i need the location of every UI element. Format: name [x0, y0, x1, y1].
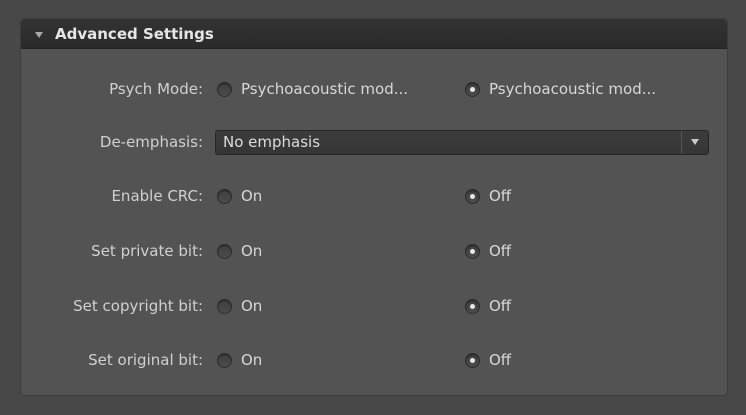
panel-header[interactable]: Advanced Settings	[21, 19, 727, 49]
copyright-bit-label: Set copyright bit:	[73, 297, 203, 315]
radio-button[interactable]	[217, 188, 232, 204]
psych-mode-option-2[interactable]: Psychoacoustic mod...	[465, 80, 656, 98]
original-bit-on[interactable]: On	[217, 351, 262, 369]
original-bit-row: Set original bit: On Off	[21, 348, 727, 372]
private-bit-off-label: Off	[489, 242, 512, 260]
original-bit-off-label: Off	[489, 351, 512, 369]
de-emphasis-row: De-emphasis: No emphasis	[21, 129, 727, 155]
copyright-bit-on-label: On	[241, 297, 263, 315]
enable-crc-label: Enable CRC:	[111, 187, 203, 205]
psych-mode-row: Psych Mode: Psychoacoustic mod... Psycho…	[21, 77, 727, 101]
copyright-bit-off[interactable]: Off	[465, 297, 511, 315]
de-emphasis-select[interactable]: No emphasis	[215, 129, 709, 155]
copyright-bit-off-label: Off	[489, 297, 512, 315]
radio-button-selected[interactable]	[465, 188, 480, 204]
dropdown-arrow-button[interactable]	[681, 130, 708, 154]
original-bit-label: Set original bit:	[88, 351, 203, 369]
enable-crc-off[interactable]: Off	[465, 187, 511, 205]
private-bit-off[interactable]: Off	[465, 242, 511, 260]
enable-crc-on[interactable]: On	[217, 187, 262, 205]
advanced-settings-panel: Advanced Settings Psych Mode: Psychoacou…	[20, 18, 728, 396]
chevron-down-icon	[691, 139, 699, 145]
private-bit-row: Set private bit: On Off	[21, 239, 727, 263]
radio-button[interactable]	[217, 298, 232, 314]
original-bit-off[interactable]: Off	[465, 351, 511, 369]
collapse-triangle-icon[interactable]	[35, 31, 43, 38]
radio-button-selected[interactable]	[465, 298, 480, 314]
enable-crc-on-label: On	[241, 187, 263, 205]
psych-mode-option-1[interactable]: Psychoacoustic mod...	[217, 80, 408, 98]
panel-title: Advanced Settings	[55, 24, 214, 43]
enable-crc-off-label: Off	[489, 187, 512, 205]
private-bit-on-label: On	[241, 242, 263, 260]
psych-mode-option-1-label: Psychoacoustic mod...	[241, 80, 409, 98]
original-bit-on-label: On	[241, 351, 263, 369]
radio-button-selected[interactable]	[465, 243, 480, 259]
de-emphasis-value: No emphasis	[223, 133, 321, 151]
de-emphasis-label: De-emphasis:	[99, 133, 203, 151]
psych-mode-option-2-label: Psychoacoustic mod...	[489, 80, 657, 98]
copyright-bit-row: Set copyright bit: On Off	[21, 294, 727, 318]
copyright-bit-on[interactable]: On	[217, 297, 262, 315]
radio-button[interactable]	[217, 243, 232, 259]
radio-button-selected[interactable]	[465, 352, 480, 368]
radio-button[interactable]	[217, 352, 232, 368]
radio-button[interactable]	[217, 81, 232, 97]
private-bit-on[interactable]: On	[217, 242, 262, 260]
radio-button-selected[interactable]	[465, 81, 480, 97]
enable-crc-row: Enable CRC: On Off	[21, 184, 727, 208]
psych-mode-label: Psych Mode:	[109, 80, 203, 98]
private-bit-label: Set private bit:	[91, 242, 203, 260]
